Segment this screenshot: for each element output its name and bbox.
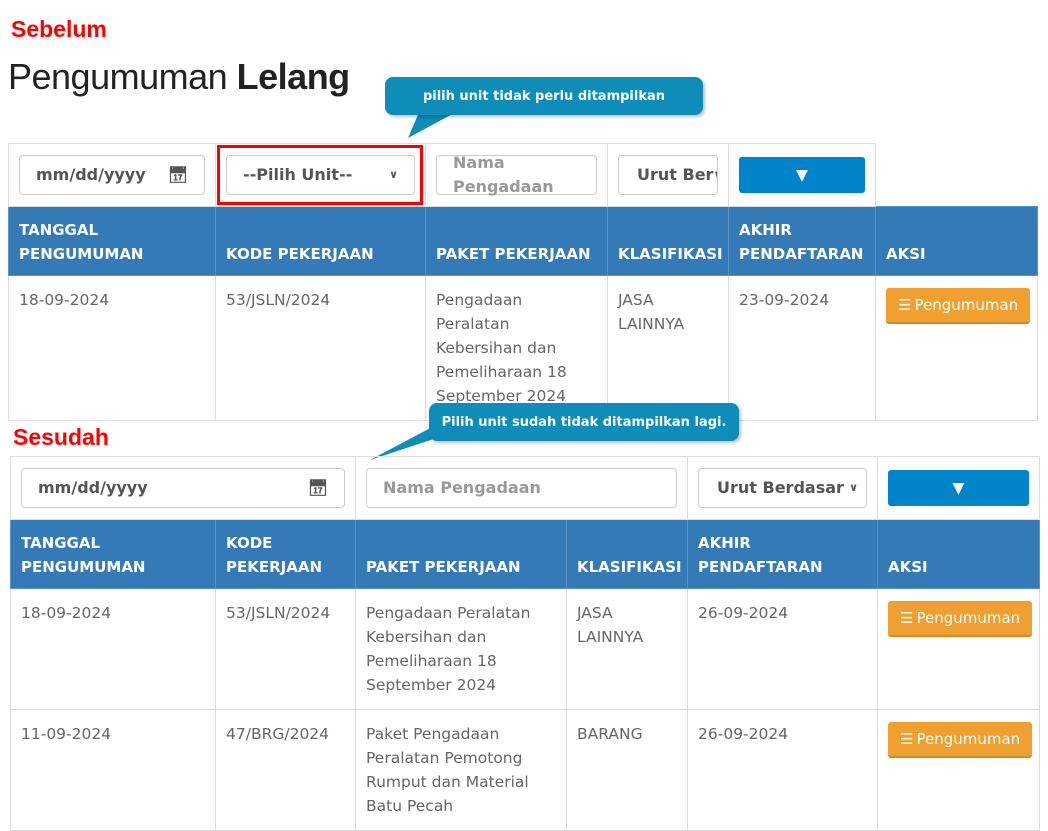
filter-row: mm/dd/yyyy 📅︎ Nama Pengadaan Urut Berdasa… [10,456,1041,520]
list-icon: ☰ [900,730,914,748]
cell-paket: Pengadaan Peralatan Kebersihan dan Pemel… [355,588,567,710]
callout-before: pilih unit tidak perlu ditampilkan [385,77,703,115]
cell-akhir: 26-09-2024 [687,588,879,710]
table-row: 18-09-2024 53/JSLN/2024 Pengadaan Perala… [8,275,1038,421]
cell-tanggal: 18-09-2024 [8,275,216,421]
after-label: Sesudah [13,424,109,450]
chevron-down-icon: ∨ [849,481,859,494]
nama-pengadaan-input[interactable]: Nama Pengadaan [366,468,678,508]
highlight-box [217,145,423,205]
filter-row: mm/dd/yyyy 📅︎ --Pilih Unit-- ∨ Nama Pengad… [8,143,1038,207]
cell-tanggal: 18-09-2024 [10,588,216,710]
col-header: KLASIFIKASI [565,519,689,589]
pengumuman-button[interactable]: ☰ Pengumuman [888,601,1033,637]
col-header: TANGGAL PENGUMUMAN [10,519,216,589]
sort-select[interactable]: Urut Berdasar ∨ [698,468,868,508]
cell-kode: 53/JSLN/2024 [215,588,356,710]
list-icon: ☰ [898,296,912,314]
col-header: KODE PEKERJAAN [215,519,356,589]
col-header: AKSI [877,519,1041,589]
after-table: mm/dd/yyyy 📅︎ Nama Pengadaan Urut Berdasa… [10,456,1041,831]
date-input[interactable]: mm/dd/yyyy 📅︎ [19,155,205,195]
callout-after: Pilih unit sudah tidak ditampilkan lagi. [429,403,739,441]
cell-paket: Pengadaan Peralatan Kebersihan dan Pemel… [425,275,608,421]
cell-klasifikasi: JASA LAINNYA [607,275,729,421]
col-header: KODE PEKERJAAN [215,206,426,276]
filter-icon: ▼ [796,166,808,184]
sort-select[interactable]: Urut Ber∨ [618,155,718,195]
date-input[interactable]: mm/dd/yyyy 📅︎ [21,468,345,508]
cell-akhir: 26-09-2024 [687,709,879,831]
pengumuman-button[interactable]: ☰ Pengumuman [886,288,1031,324]
before-table: mm/dd/yyyy 📅︎ --Pilih Unit-- ∨ Nama Pengad… [8,143,1038,421]
col-header: AKHIR PENDAFTARAN [687,519,879,589]
cell-paket: Paket Pengadaan Peralatan Pemotong Rumpu… [355,709,567,831]
calendar-icon[interactable]: 📅︎ [168,163,188,187]
col-header: PAKET PEKERJAAN [355,519,567,589]
cell-klasifikasi: BARANG [565,709,689,831]
col-header: AKSI [875,206,1038,276]
cell-klasifikasi: JASA LAINNYA [565,588,689,710]
table-row: 18-09-2024 53/JSLN/2024 Pengadaan Perala… [10,588,1041,710]
col-header: KLASIFIKASI [607,206,729,276]
col-header: PAKET PEKERJAAN [425,206,608,276]
pengumuman-button[interactable]: ☰ Pengumuman [888,722,1033,758]
chevron-down-icon: ∨ [713,163,717,187]
filter-icon: ▼ [952,479,965,497]
col-header: AKHIR PENDAFTARAN [728,206,876,276]
cell-kode: 53/JSLN/2024 [215,275,426,421]
cell-akhir: 23-09-2024 [728,275,876,421]
nama-pengadaan-input[interactable]: Nama Pengadaan [436,153,597,196]
before-label: Sebelum [11,16,107,42]
filter-button[interactable]: ▼ [739,157,865,193]
cell-kode: 47/BRG/2024 [215,709,356,831]
page-title: Pengumuman Lelang [8,56,350,97]
filter-button[interactable]: ▼ [888,470,1030,506]
list-icon: ☰ [900,609,914,627]
table-row: 11-09-2024 47/BRG/2024 Paket Pengadaan P… [10,709,1041,831]
col-header: TANGGAL PENGUMUMAN [8,206,216,276]
calendar-icon[interactable]: 📅︎ [308,476,328,500]
cell-tanggal: 11-09-2024 [10,709,216,831]
